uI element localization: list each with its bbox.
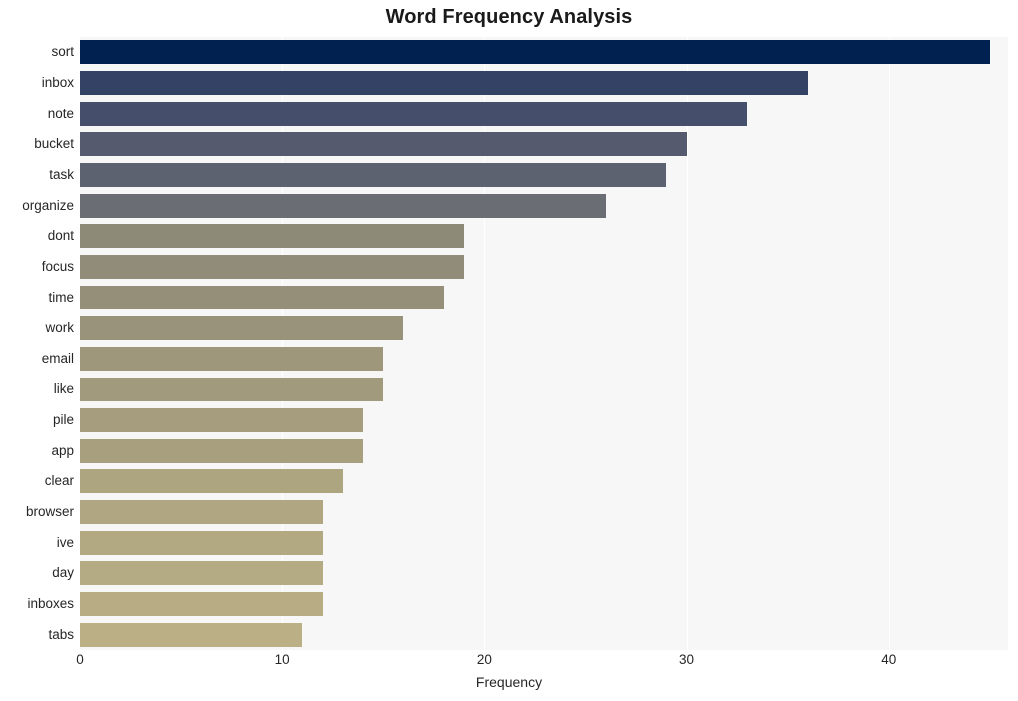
y-tick-label-inbox: inbox: [41, 74, 74, 90]
y-tick-label-dont: dont: [47, 228, 74, 244]
y-tick-label-inboxes: inboxes: [27, 596, 74, 612]
bar-row: [80, 561, 1008, 586]
y-tick-label-ive: ive: [56, 534, 74, 550]
bar-row: [80, 285, 1008, 310]
y-tick-label-note: note: [47, 105, 74, 121]
bar-row: [80, 316, 1008, 341]
bar-ive[interactable]: [80, 530, 323, 555]
bar-row: [80, 622, 1008, 647]
bar-row: [80, 469, 1008, 494]
y-tick-label-time: time: [48, 289, 74, 305]
bar-time[interactable]: [80, 285, 444, 310]
y-tick-label-sort: sort: [51, 44, 74, 60]
y-tick-label-app: app: [51, 442, 74, 458]
bar-row: [80, 346, 1008, 371]
bar-pile[interactable]: [80, 408, 364, 433]
bar-browser[interactable]: [80, 500, 323, 525]
bar-organize[interactable]: [80, 193, 606, 218]
x-axis-title: Frequency: [475, 674, 543, 690]
x-tick-label-30: 30: [679, 652, 695, 667]
y-tick-label-work: work: [45, 320, 74, 336]
bar-row: [80, 101, 1008, 126]
bar-row: [80, 40, 1008, 65]
y-tick-label-browser: browser: [25, 504, 74, 520]
page-title: Word Frequency Analysis: [385, 6, 633, 28]
bar-dont[interactable]: [80, 224, 465, 249]
bar-task[interactable]: [80, 162, 667, 187]
bar-row: [80, 71, 1008, 95]
y-tick-label-clear: clear: [44, 473, 74, 489]
bar-row: [80, 438, 1008, 463]
x-axis-tick-labels: 0 10 20 30 40: [0, 652, 1018, 674]
y-tick-label-pile: pile: [52, 412, 74, 428]
y-axis-tick-labels: sort inbox note bucket task organize dont focus…: [0, 37, 74, 650]
chart-figure: Word Frequency Analysis sort inbox note buc…: [0, 0, 1018, 701]
bar-row: [80, 500, 1008, 525]
bar-clear[interactable]: [80, 469, 343, 494]
bar-row: [80, 377, 1008, 402]
y-tick-label-task: task: [49, 166, 74, 182]
x-tick-label-0: 0: [76, 652, 84, 667]
y-tick-label-tabs: tabs: [48, 626, 74, 642]
y-tick-label-bucket: bucket: [34, 136, 74, 152]
bar-work[interactable]: [80, 316, 404, 341]
y-tick-label-like: like: [53, 381, 74, 397]
bar-bucket[interactable]: [80, 132, 687, 157]
bar-like[interactable]: [80, 377, 384, 402]
x-tick-label-40: 40: [881, 652, 897, 667]
bar-focus[interactable]: [80, 254, 465, 279]
bar-row: [80, 193, 1008, 218]
bar-inboxes[interactable]: [80, 592, 323, 616]
x-tick-label-20: 20: [476, 652, 492, 667]
bar-sort[interactable]: [80, 40, 990, 65]
bar-row: [80, 132, 1008, 157]
bar-row: [80, 254, 1008, 279]
y-tick-label-day: day: [52, 565, 74, 581]
x-tick-label-10: 10: [274, 652, 290, 667]
y-tick-label-focus: focus: [41, 258, 74, 274]
bar-row: [80, 408, 1008, 433]
bar-row: [80, 162, 1008, 187]
y-tick-label-email: email: [41, 350, 74, 366]
bar-row: [80, 592, 1008, 616]
bars-layer: [80, 37, 1008, 650]
bar-row: [80, 224, 1008, 249]
bar-email[interactable]: [80, 346, 384, 371]
bar-day[interactable]: [80, 561, 323, 586]
plot-area: [80, 37, 1008, 650]
bar-row: [80, 530, 1008, 555]
y-tick-label-organize: organize: [22, 197, 74, 213]
bar-app[interactable]: [80, 438, 364, 463]
bar-inbox[interactable]: [80, 71, 808, 95]
bar-tabs[interactable]: [80, 622, 303, 647]
bar-note[interactable]: [80, 101, 748, 126]
